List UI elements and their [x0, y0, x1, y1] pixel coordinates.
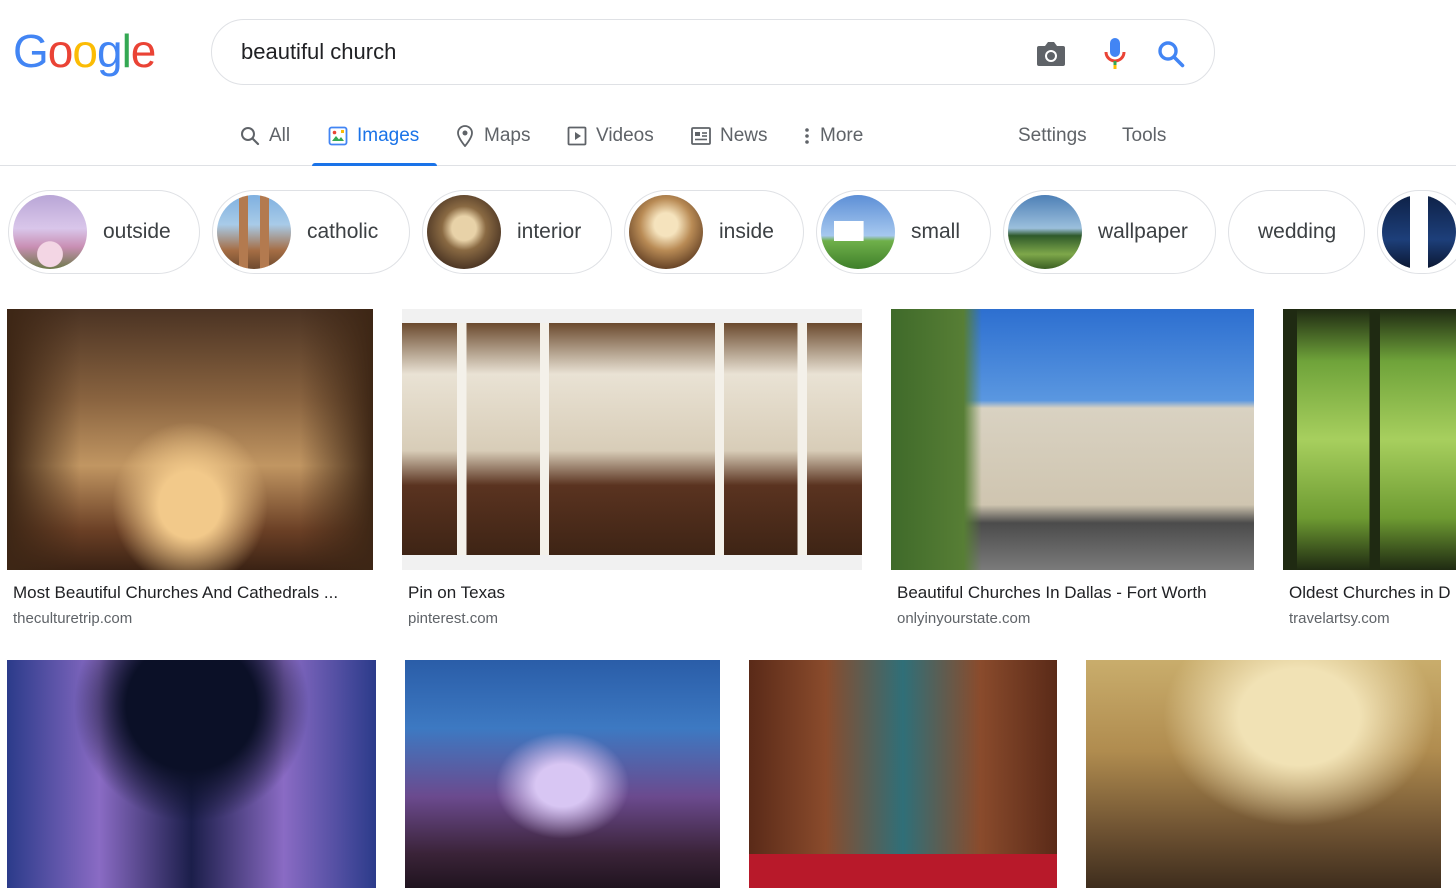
- tab-label: All: [269, 124, 291, 146]
- tab-images[interactable]: Images: [311, 106, 438, 166]
- logo-letter: o: [72, 25, 98, 77]
- tab-maps[interactable]: Maps: [455, 106, 530, 165]
- camera-icon[interactable]: [1033, 36, 1069, 72]
- logo-letter: l: [121, 25, 132, 77]
- chip-wallpaper[interactable]: wallpaper: [1003, 190, 1216, 274]
- result-title: Most Beautiful Churches And Cathedrals .…: [13, 583, 339, 602]
- image-result[interactable]: [1086, 660, 1441, 888]
- chip-inside[interactable]: inside: [624, 190, 804, 274]
- image-result[interactable]: Oldest Churches in D travelartsy.com: [1283, 309, 1456, 639]
- more-vert-icon: [803, 126, 811, 146]
- tab-label: More: [820, 124, 864, 146]
- settings-link[interactable]: Settings: [1018, 106, 1087, 165]
- result-title: Oldest Churches in D: [1289, 583, 1451, 602]
- chip-label: outside: [103, 220, 171, 243]
- result-image: [405, 660, 720, 888]
- image-result[interactable]: Most Beautiful Churches And Cathedrals .…: [7, 309, 373, 639]
- result-source: onlyinyourstate.com: [897, 610, 1031, 627]
- result-title: Beautiful Churches In Dallas - Fort Wort…: [897, 583, 1207, 602]
- result-title: Pin on Texas: [408, 583, 506, 602]
- chip-partial[interactable]: [1377, 190, 1456, 274]
- tab-label: Videos: [596, 124, 654, 146]
- chip-label: wallpaper: [1098, 220, 1188, 243]
- search-icon: [240, 126, 260, 146]
- chip-label: inside: [719, 220, 774, 243]
- tab-label: Maps: [484, 124, 531, 146]
- logo-letter: o: [47, 25, 74, 77]
- news-icon: [691, 126, 711, 145]
- chip-interior[interactable]: interior: [422, 190, 612, 274]
- result-image: [7, 309, 373, 570]
- tab-label: News: [720, 124, 768, 146]
- search-input[interactable]: [241, 34, 1001, 70]
- chip-label: small: [911, 220, 961, 243]
- tools-link[interactable]: Tools: [1122, 106, 1166, 165]
- tools-label: Tools: [1122, 124, 1167, 146]
- map-pin-icon: [455, 124, 475, 147]
- chip-label: catholic: [307, 220, 379, 243]
- chip-thumbnail: [217, 195, 291, 269]
- chip-thumbnail: [821, 195, 895, 269]
- logo-letter: g: [96, 25, 123, 77]
- video-icon: [567, 126, 587, 146]
- microphone-icon[interactable]: [1097, 36, 1133, 72]
- chip-outside[interactable]: outside: [8, 190, 200, 274]
- image-result[interactable]: [749, 660, 1057, 888]
- result-image: [7, 660, 376, 888]
- tab-more[interactable]: More: [803, 106, 863, 165]
- chip-label: interior: [517, 220, 582, 243]
- tab-all[interactable]: All: [240, 106, 290, 165]
- chip-small[interactable]: small: [816, 190, 991, 274]
- image-result[interactable]: [7, 660, 376, 888]
- chip-thumbnail: [427, 195, 501, 269]
- chip-catholic[interactable]: catholic: [212, 190, 410, 274]
- tab-news[interactable]: News: [691, 106, 768, 165]
- result-image: [1283, 309, 1456, 570]
- tab-label: Images: [357, 124, 420, 146]
- result-source: theculturetrip.com: [13, 610, 133, 627]
- image-result[interactable]: Beautiful Churches In Dallas - Fort Wort…: [891, 309, 1254, 639]
- image-result[interactable]: [405, 660, 720, 888]
- search-tabs: All Images Maps Videos News More Setting…: [0, 106, 1456, 166]
- logo-letter: e: [130, 25, 157, 77]
- chip-wedding[interactable]: wedding: [1228, 190, 1365, 274]
- settings-label: Settings: [1018, 124, 1087, 146]
- tab-videos[interactable]: Videos: [567, 106, 654, 165]
- result-source: pinterest.com: [408, 610, 499, 627]
- search-icon[interactable]: [1153, 36, 1189, 72]
- image-icon: [328, 126, 348, 146]
- logo-letter: G: [13, 25, 49, 77]
- chip-label: wedding: [1258, 220, 1337, 243]
- search-bar: [211, 19, 1215, 85]
- result-source: travelartsy.com: [1289, 610, 1390, 627]
- result-image: [1086, 660, 1441, 888]
- image-result[interactable]: Pin on Texas pinterest.com: [402, 309, 862, 639]
- result-image: [402, 323, 862, 555]
- chip-thumbnail: [1008, 195, 1082, 269]
- google-logo[interactable]: Google: [13, 25, 157, 77]
- result-image: [749, 660, 1057, 888]
- result-image-frame: [402, 309, 862, 570]
- chip-thumbnail: [1382, 195, 1456, 269]
- result-image: [891, 309, 1254, 570]
- chip-thumbnail: [13, 195, 87, 269]
- chip-thumbnail: [629, 195, 703, 269]
